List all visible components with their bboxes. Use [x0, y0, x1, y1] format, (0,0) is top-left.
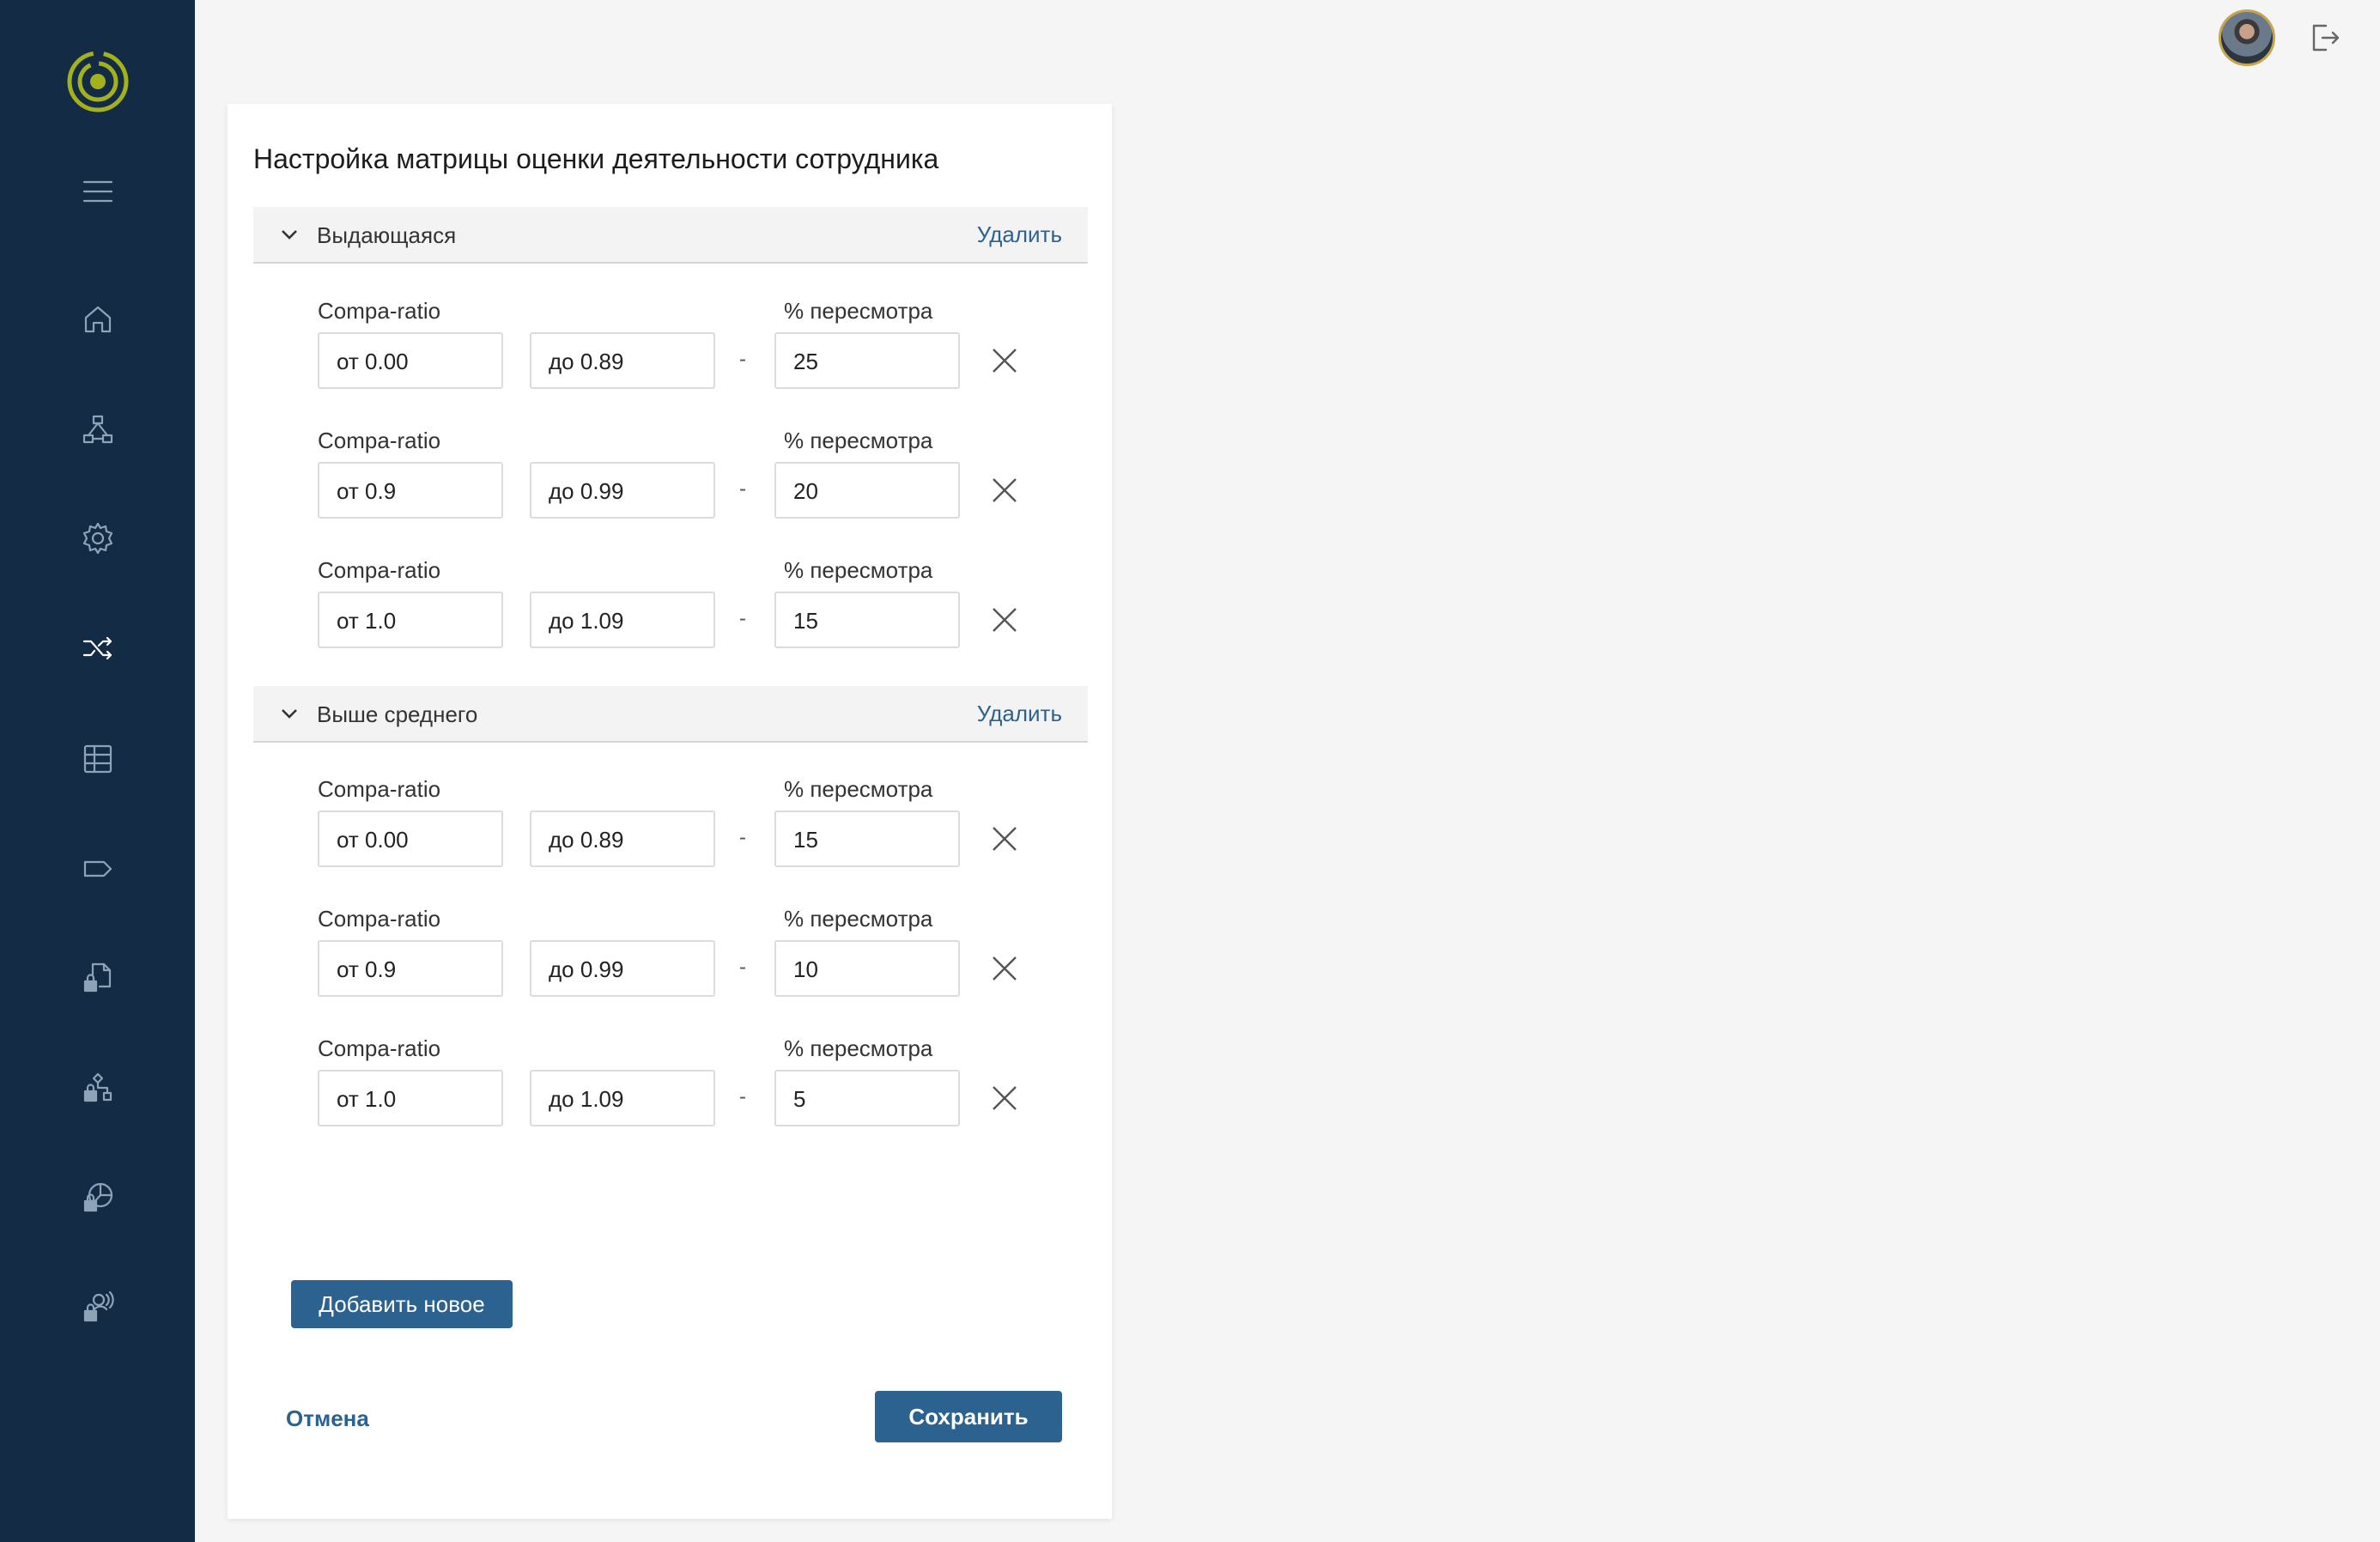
compa-ratio-label: Compa-ratio	[318, 1035, 441, 1061]
section-header-above-average[interactable]: Выше среднего Удалить	[253, 686, 1088, 743]
close-icon[interactable]	[990, 605, 1019, 634]
delete-section-link[interactable]: Удалить	[977, 222, 1062, 248]
to-input[interactable]: до 0.89	[530, 332, 715, 389]
locked-chart-icon[interactable]	[77, 1177, 118, 1218]
menu-icon[interactable]	[77, 171, 118, 212]
compa-ratio-label: Compa-ratio	[318, 776, 441, 802]
pct-input[interactable]: 20	[774, 462, 960, 519]
home-icon[interactable]	[77, 299, 118, 340]
range-row: Compa-ratio % пересмотра от 0.00 до 0.89…	[228, 776, 1112, 896]
pct-review-label: % пересмотра	[784, 428, 933, 453]
pct-review-label: % пересмотра	[784, 906, 933, 932]
from-input[interactable]: от 0.00	[318, 810, 503, 867]
gear-icon[interactable]	[77, 518, 118, 559]
separator-dash: -	[739, 826, 746, 849]
from-input[interactable]: от 0.9	[318, 462, 503, 519]
from-input[interactable]: от 1.0	[318, 592, 503, 648]
tag-icon[interactable]	[77, 848, 118, 889]
range-row: Compa-ratio % пересмотра от 0.9 до 0.99 …	[228, 428, 1112, 548]
close-icon[interactable]	[990, 954, 1019, 983]
user-avatar[interactable]	[2219, 9, 2275, 66]
from-input[interactable]: от 0.00	[318, 332, 503, 389]
separator-dash: -	[739, 348, 746, 371]
to-input[interactable]: до 0.89	[530, 810, 715, 867]
pct-input[interactable]: 15	[774, 592, 960, 648]
section-title: Выше среднего	[317, 701, 478, 727]
to-input[interactable]: до 1.09	[530, 1070, 715, 1126]
range-row: Compa-ratio % пересмотра от 0.00 до 0.89…	[228, 298, 1112, 418]
compa-ratio-label: Compa-ratio	[318, 428, 441, 453]
pct-review-label: % пересмотра	[784, 776, 933, 802]
locked-document-icon[interactable]	[77, 957, 118, 999]
close-icon[interactable]	[990, 476, 1019, 505]
locked-user-broadcast-icon[interactable]	[77, 1287, 118, 1328]
logo-rings-icon[interactable]	[66, 50, 130, 113]
pct-input[interactable]: 15	[774, 810, 960, 867]
range-row: Compa-ratio % пересмотра от 0.9 до 0.99 …	[228, 906, 1112, 1026]
compa-ratio-label: Compa-ratio	[318, 906, 441, 932]
from-input[interactable]: от 1.0	[318, 1070, 503, 1126]
cancel-button[interactable]: Отмена	[286, 1405, 369, 1432]
locked-workflow-icon[interactable]	[77, 1067, 118, 1108]
to-input[interactable]: до 0.99	[530, 940, 715, 997]
range-row: Compa-ratio % пересмотра от 1.0 до 1.09 …	[228, 1035, 1112, 1156]
separator-dash: -	[739, 956, 746, 979]
separator-dash: -	[739, 607, 746, 630]
matrix-settings-card: Настройка матрицы оценки деятельности со…	[228, 104, 1112, 1519]
close-icon[interactable]	[990, 346, 1019, 375]
separator-dash: -	[739, 477, 746, 501]
shuffle-icon[interactable]	[77, 628, 118, 669]
compa-ratio-label: Compa-ratio	[318, 557, 441, 583]
close-icon[interactable]	[990, 1084, 1019, 1113]
chevron-down-icon[interactable]	[279, 703, 300, 724]
org-structure-icon[interactable]	[77, 409, 118, 450]
section-header-outstanding[interactable]: Выдающаяся Удалить	[253, 207, 1088, 264]
sidebar	[0, 0, 195, 1542]
from-input[interactable]: от 0.9	[318, 940, 503, 997]
logout-icon[interactable]	[2307, 21, 2341, 55]
pct-review-label: % пересмотра	[784, 298, 933, 324]
separator-dash: -	[739, 1085, 746, 1108]
to-input[interactable]: до 1.09	[530, 592, 715, 648]
save-button[interactable]: Сохранить	[875, 1391, 1062, 1442]
chevron-down-icon[interactable]	[279, 224, 300, 245]
compa-ratio-label: Compa-ratio	[318, 298, 441, 324]
section-title: Выдающаяся	[317, 222, 457, 248]
to-input[interactable]: до 0.99	[530, 462, 715, 519]
add-new-button[interactable]: Добавить новое	[291, 1280, 513, 1328]
pct-input[interactable]: 25	[774, 332, 960, 389]
range-row: Compa-ratio % пересмотра от 1.0 до 1.09 …	[228, 557, 1112, 677]
pct-input[interactable]: 5	[774, 1070, 960, 1126]
pct-review-label: % пересмотра	[784, 557, 933, 583]
delete-section-link[interactable]: Удалить	[977, 701, 1062, 727]
pct-review-label: % пересмотра	[784, 1035, 933, 1061]
close-icon[interactable]	[990, 824, 1019, 853]
page-title: Настройка матрицы оценки деятельности со…	[253, 143, 939, 174]
pct-input[interactable]: 10	[774, 940, 960, 997]
table-icon[interactable]	[77, 738, 118, 780]
